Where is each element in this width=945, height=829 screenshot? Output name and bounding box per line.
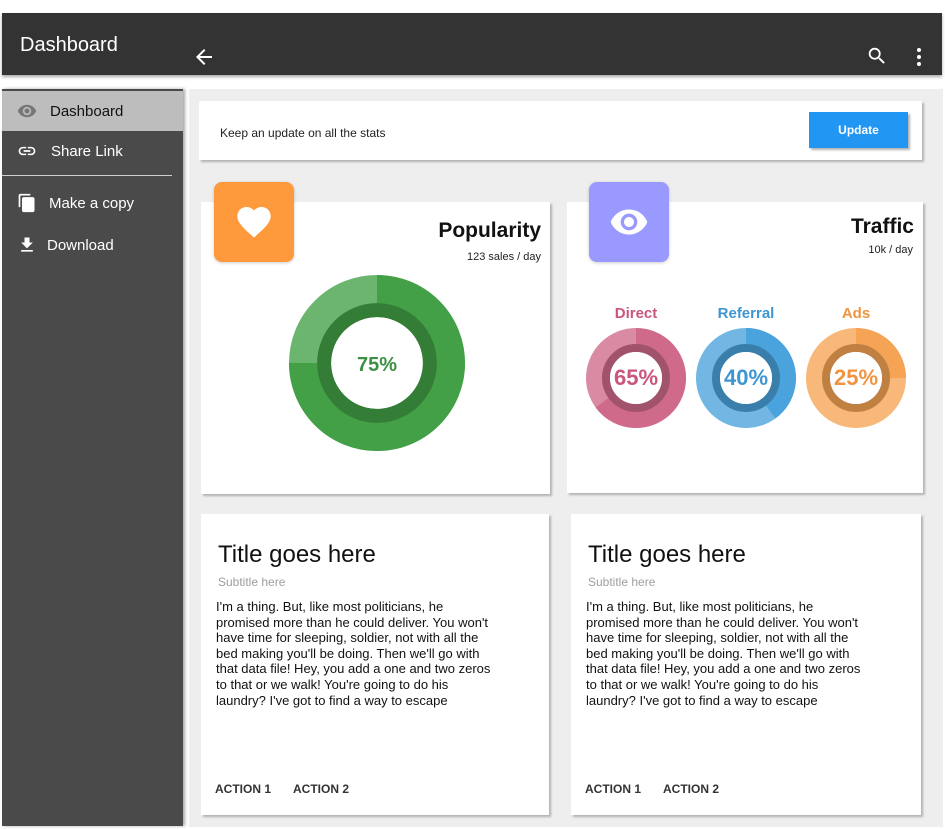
traffic-badge: [589, 182, 669, 262]
post-card: Title goes here Subtitle here I'm a thin…: [571, 514, 921, 815]
eye-icon: [610, 209, 648, 235]
sidebar-item-dashboard[interactable]: Dashboard: [2, 91, 183, 131]
update-card: Keep an update on all the stats Update: [199, 101, 922, 160]
action-1-button[interactable]: ACTION 1: [585, 782, 641, 796]
traffic-subtitle: 10k / day: [868, 244, 913, 256]
download-icon: [17, 235, 37, 255]
sidebar-item-download[interactable]: Download: [2, 225, 183, 265]
post-body: I'm a thing. But, like most politicians,…: [586, 599, 861, 708]
link-icon: [17, 141, 37, 161]
app-bar: Dashboard: [2, 13, 942, 75]
popularity-badge: [214, 182, 294, 262]
heart-icon: [237, 207, 271, 238]
ads-label: Ads: [841, 305, 871, 322]
post-body: I'm a thing. But, like most politicians,…: [216, 599, 491, 708]
sidebar-divider: [2, 175, 172, 176]
arrow-back-icon[interactable]: [192, 45, 216, 69]
referral-label: Referral: [717, 305, 775, 322]
action-2-button[interactable]: ACTION 2: [663, 782, 719, 796]
more-vert-icon[interactable]: [913, 45, 925, 69]
sidebar-item-label: Share Link: [51, 143, 123, 160]
post-card: Title goes here Subtitle here I'm a thin…: [201, 514, 549, 815]
sidebar: Dashboard Share Link Make a copy Downloa…: [2, 89, 183, 826]
direct-label: Direct: [614, 305, 658, 322]
popularity-title: Popularity: [438, 219, 541, 242]
post-title: Title goes here: [588, 541, 746, 568]
app-title: Dashboard: [20, 34, 118, 56]
sidebar-item-share-link[interactable]: Share Link: [2, 131, 183, 171]
ads-percent: 25%: [833, 365, 879, 390]
popularity-percent: 75%: [356, 354, 398, 376]
post-subtitle: Subtitle here: [588, 575, 656, 589]
direct-percent: 65%: [613, 365, 659, 390]
action-2-button[interactable]: ACTION 2: [293, 782, 349, 796]
action-1-button[interactable]: ACTION 1: [215, 782, 271, 796]
traffic-title: Traffic: [850, 215, 914, 238]
update-button[interactable]: Update: [809, 112, 908, 148]
popularity-subtitle: 123 sales / day: [467, 251, 541, 263]
sidebar-item-make-a-copy[interactable]: Make a copy: [2, 183, 183, 223]
post-title: Title goes here: [218, 541, 376, 568]
update-message: Keep an update on all the stats: [220, 126, 386, 140]
sidebar-item-label: Dashboard: [50, 103, 124, 120]
sidebar-item-label: Download: [47, 237, 114, 254]
referral-percent: 40%: [723, 365, 769, 390]
eye-icon: [17, 101, 37, 121]
copy-icon: [17, 193, 37, 213]
post-subtitle: Subtitle here: [218, 575, 286, 589]
sidebar-item-label: Make a copy: [49, 195, 135, 212]
search-icon[interactable]: [866, 45, 888, 67]
